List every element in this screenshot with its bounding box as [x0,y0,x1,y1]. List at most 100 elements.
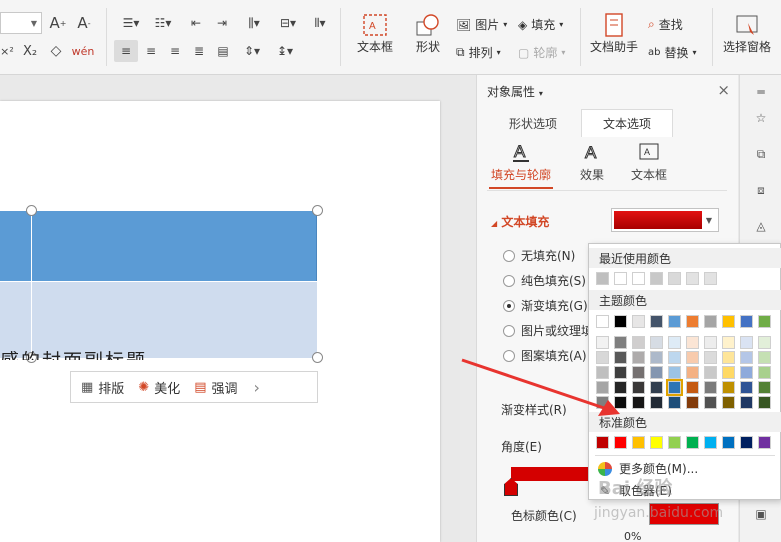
align-right-button[interactable]: ≡ [164,40,186,62]
recent-color-swatch[interactable] [668,272,681,285]
theme-shade-swatch[interactable] [758,381,771,394]
theme-color-swatch[interactable] [740,315,753,328]
find-button[interactable]: ⌕ 查找 [648,16,683,33]
standard-color-swatch[interactable] [740,436,753,449]
radio-solid-fill[interactable]: 纯色填充(S) [503,272,586,289]
justify-button[interactable]: ≣ [188,40,210,62]
doc-assistant-button[interactable]: 文档助手 [588,12,640,55]
replace-button[interactable]: ab 替换 ▾ [648,44,697,61]
theme-shade-swatch[interactable] [704,351,717,364]
theme-shade-swatch[interactable] [758,396,771,409]
theme-shade-swatch[interactable] [686,351,699,364]
theme-shade-swatch[interactable] [722,351,735,364]
theme-shade-swatch[interactable] [704,396,717,409]
recent-color-swatch[interactable] [614,272,627,285]
text-fill-section-title[interactable]: ◢ 文本填充 [491,213,549,230]
align-left-button[interactable]: ≡ [114,40,138,62]
copy-format-icon[interactable]: ⧉ [750,143,772,165]
bullet-list-button[interactable]: ☰▾ [118,12,144,34]
star-icon[interactable]: ☆ [750,107,772,129]
subscript-button[interactable]: X₂ [20,40,40,62]
text-direction-button[interactable]: ⫼▾ [240,12,268,34]
gradient-bar[interactable] [511,467,591,481]
chevron-right-icon[interactable]: › [254,378,260,397]
layout-button[interactable]: ▦ 排版 [81,378,124,397]
theme-shade-swatch[interactable] [668,396,681,409]
standard-color-swatch[interactable] [668,436,681,449]
theme-shade-swatch[interactable] [722,381,735,394]
increase-indent-button[interactable]: ⇥ [212,12,232,34]
picture-icon[interactable]: ▣ [750,503,772,525]
resize-handle-bottom-right[interactable] [312,352,323,363]
theme-shade-swatch[interactable] [666,379,683,396]
theme-shade-swatch[interactable] [704,381,717,394]
standard-color-swatch[interactable] [704,436,717,449]
outline-button[interactable]: ▢ 轮廓 ▾ [518,44,565,61]
theme-shade-swatch[interactable] [740,381,753,394]
theme-shade-swatch[interactable] [686,381,699,394]
position-value[interactable]: 0% [624,530,641,542]
font-size-box[interactable]: ▼ [0,12,42,34]
standard-color-swatch[interactable] [632,436,645,449]
theme-shade-swatch[interactable] [650,381,663,394]
tab-shape-options[interactable]: 形状选项 [487,109,579,137]
theme-shade-swatch[interactable] [686,336,699,349]
theme-color-swatch[interactable] [650,315,663,328]
recent-color-swatch[interactable] [686,272,699,285]
line-spacing-button[interactable]: ⇕▾ [238,40,266,62]
theme-shade-swatch[interactable] [668,336,681,349]
theme-shade-swatch[interactable] [722,366,735,379]
pane-title[interactable]: 对象属性 ▾ [487,83,543,100]
theme-shade-swatch[interactable] [632,366,645,379]
recent-color-swatch[interactable] [704,272,717,285]
theme-shade-swatch[interactable] [632,351,645,364]
numbered-list-button[interactable]: ☷▾ [150,12,176,34]
theme-shade-swatch[interactable] [650,366,663,379]
theme-shade-swatch[interactable] [596,336,609,349]
theme-shade-swatch[interactable] [722,336,735,349]
phonetic-button[interactable]: wén [70,40,96,62]
theme-shade-swatch[interactable] [722,396,735,409]
clear-format-button[interactable]: ◇ [46,40,66,62]
standard-color-swatch[interactable] [758,436,771,449]
radio-no-fill[interactable]: 无填充(N) [503,247,575,264]
recent-color-swatch[interactable] [650,272,663,285]
standard-color-swatch[interactable] [596,436,609,449]
tab-text-options[interactable]: 文本选项 [581,109,673,137]
theme-color-swatch[interactable] [722,315,735,328]
table-header-row[interactable] [0,211,317,281]
shape-button[interactable]: 形状 [408,12,448,55]
standard-color-swatch[interactable] [614,436,627,449]
theme-shade-swatch[interactable] [686,396,699,409]
close-icon[interactable]: × [717,81,730,99]
select-pane-button[interactable]: 选择窗格 [718,12,776,55]
fill-button[interactable]: ◈ 填充 ▾ [518,16,563,33]
theme-shade-swatch[interactable] [740,396,753,409]
theme-color-swatch[interactable] [632,315,645,328]
theme-shade-swatch[interactable] [740,336,753,349]
radio-picture-fill[interactable]: 图片或纹理填 [503,322,593,339]
standard-color-swatch[interactable] [686,436,699,449]
beautify-button[interactable]: ✺ 美化 [138,378,180,397]
decrease-indent-button[interactable]: ⇤ [186,12,206,34]
resize-handle-top-middle[interactable] [26,205,37,216]
resize-handle-top-right[interactable] [312,205,323,216]
theme-color-swatch[interactable] [668,315,681,328]
theme-shade-swatch[interactable] [632,396,645,409]
shrink-font-button[interactable]: A- [74,12,94,34]
theme-shade-swatch[interactable] [650,336,663,349]
theme-shade-swatch[interactable] [758,366,771,379]
text-fill-color-dropdown[interactable]: ▼ [611,208,719,232]
theme-shade-swatch[interactable] [758,336,771,349]
shape-outline-icon[interactable]: ⧈ [750,179,772,201]
theme-shade-swatch[interactable] [704,336,717,349]
subtab-effects[interactable]: A 效果 [577,141,607,183]
textbox-button[interactable]: A 文本框 [354,12,396,55]
subtab-textbox[interactable]: A 文本框 [629,141,669,183]
distribute-button[interactable]: ▤ [212,40,234,62]
theme-shade-swatch[interactable] [686,366,699,379]
subtitle-text[interactable]: 感的封面副标题 [0,346,147,360]
paragraph-spacing-button[interactable]: ↨▾ [270,40,300,62]
theme-shade-swatch[interactable] [740,351,753,364]
collapse-icon[interactable]: ═ [750,81,772,103]
